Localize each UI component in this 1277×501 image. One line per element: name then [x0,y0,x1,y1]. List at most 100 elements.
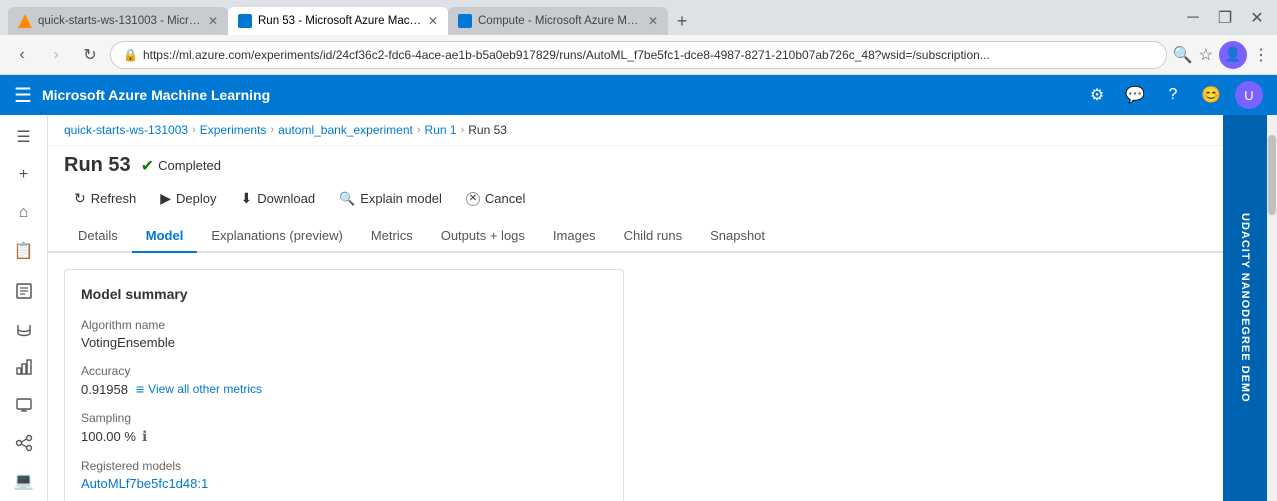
browser-tab-3[interactable]: Compute - Microsoft Azure Mac... ✕ [448,7,668,35]
breadcrumb-item-run1[interactable]: Run 1 [425,123,457,137]
feedback-icon[interactable]: 😊 [1197,85,1225,105]
sidebar-icon-add[interactable]: + [4,157,44,193]
breadcrumb-item-workspace[interactable]: quick-starts-ws-131003 [64,123,188,137]
sidebar-icon-endpoints[interactable]: 💻 [4,463,44,499]
tab-outputs-logs[interactable]: Outputs + logs [427,220,539,253]
promo-text: UDACITY NANODEGREE DEMO [1239,213,1251,403]
breadcrumb: quick-starts-ws-131003 › Experiments › a… [48,115,1223,146]
info-icon[interactable]: ℹ [142,428,147,445]
sidebar-icon-home[interactable]: ⌂ [4,195,44,231]
tabs-bar: Details Model Explanations (preview) Met… [48,220,1223,253]
cancel-icon: ✕ [466,192,480,206]
accuracy-label: Accuracy [81,364,607,378]
registered-models-field: Registered models AutoMLf7be5fc1d48:1 [81,459,607,491]
algorithm-field: Algorithm name VotingEnsemble [81,318,607,350]
scroll-thumb[interactable] [1268,135,1276,215]
deploy-button[interactable]: ▶ Deploy [150,185,226,212]
sidebar-icon-models[interactable] [4,349,44,385]
breadcrumb-sep-2: › [270,124,274,136]
scrollbar[interactable] [1267,115,1277,501]
explain-label: Explain model [360,191,442,206]
sampling-value: 100.00 % [81,429,136,444]
address-input[interactable]: 🔒 https://ml.azure.com/experiments/id/24… [110,41,1167,69]
toolbar: ↻ Refresh ▶ Deploy ⬇ Download 🔍 Explain … [48,181,1223,220]
browser-tab-2[interactable]: Run 53 - Microsoft Azure Machin... ✕ [228,7,448,35]
cancel-label: Cancel [485,191,525,206]
tab-explanations[interactable]: Explanations (preview) [197,220,357,253]
breadcrumb-sep-3: › [417,124,421,136]
algorithm-value: VotingEnsemble [81,335,607,350]
metrics-icon: ≡ [136,381,144,397]
breadcrumb-item-experiments[interactable]: Experiments [200,123,267,137]
menu-icon[interactable]: ⋮ [1253,45,1269,65]
tab-metrics[interactable]: Metrics [357,220,427,253]
sidebar-icon-menu[interactable]: ☰ [4,119,44,155]
address-icons: 🔍 ☆ 👤 ⋮ [1173,41,1269,69]
deploy-icon: ▶ [160,190,171,207]
tab1-title: quick-starts-ws-131003 - Micros... [38,15,202,27]
user-profile-avatar[interactable]: U [1235,81,1263,109]
view-metrics-link[interactable]: ≡ View all other metrics [136,381,262,397]
forward-button[interactable]: › [42,46,70,64]
promo-panel[interactable]: UDACITY NANODEGREE DEMO [1223,115,1267,501]
hamburger-icon[interactable]: ☰ [14,83,32,108]
breadcrumb-sep-1: › [192,124,196,136]
tab1-favicon [18,14,32,28]
view-metrics-text: View all other metrics [148,382,262,396]
search-icon[interactable]: 🔍 [1173,45,1193,65]
accuracy-row: 0.91958 ≡ View all other metrics [81,381,607,397]
model-summary-box: Model summary Algorithm name VotingEnsem… [64,269,624,501]
back-button[interactable]: ‹ [8,46,36,64]
settings-icon[interactable]: ⚙ [1083,85,1111,105]
sidebar-icon-compute[interactable] [4,387,44,423]
status-text: Completed [158,158,221,173]
sampling-field: Sampling 100.00 % ℹ [81,411,607,445]
tab-snapshot[interactable]: Snapshot [696,220,779,253]
tab1-close[interactable]: ✕ [208,14,218,28]
browser-tab-1[interactable]: quick-starts-ws-131003 - Micros... ✕ [8,7,228,35]
breadcrumb-sep-4: › [461,124,465,136]
help-icon[interactable]: ? [1159,86,1187,104]
sidebar-icon-pipelines[interactable] [4,425,44,461]
registered-models-link[interactable]: AutoMLf7be5fc1d48:1 [81,476,208,491]
algorithm-label: Algorithm name [81,318,607,332]
refresh-button[interactable]: ↻ [76,45,104,65]
tab3-favicon [458,14,472,28]
tab3-title: Compute - Microsoft Azure Mac... [478,15,642,27]
breadcrumb-item-experiment[interactable]: automl_bank_experiment [278,123,413,137]
cancel-button[interactable]: ✕ Cancel [456,186,535,211]
tab-model[interactable]: Model [132,220,198,253]
minimize-button[interactable]: ─ [1181,9,1205,27]
user-avatar[interactable]: 👤 [1219,41,1247,69]
browser-tabs: quick-starts-ws-131003 - Micros... ✕ Run… [8,0,1169,35]
sidebar-icon-notebooks[interactable] [4,273,44,309]
explain-model-button[interactable]: 🔍 Explain model [329,186,452,212]
tab-child-runs[interactable]: Child runs [610,220,697,253]
maximize-button[interactable]: ❐ [1213,8,1237,28]
sidebar-icon-experiments[interactable]: 📋 [4,233,44,269]
chat-icon[interactable]: 💬 [1121,85,1149,105]
app-header-icons: ⚙ 💬 ? 😊 U [1083,81,1263,109]
sidebar-icon-data[interactable] [4,311,44,347]
tab-details[interactable]: Details [64,220,132,253]
tab3-close[interactable]: ✕ [648,14,658,28]
registered-models-label: Registered models [81,459,607,473]
refresh-button[interactable]: ↻ Refresh [64,185,146,212]
refresh-icon: ↻ [74,190,86,207]
new-tab-button[interactable]: + [668,7,696,35]
tab-images[interactable]: Images [539,220,610,253]
left-sidebar: ☰ + ⌂ 📋 💻 [0,115,48,501]
download-icon: ⬇ [241,190,253,207]
close-button[interactable]: ✕ [1245,8,1269,28]
deploy-label: Deploy [176,191,216,206]
tab2-favicon [238,14,252,28]
tab2-close[interactable]: ✕ [428,14,438,28]
download-button[interactable]: ⬇ Download [231,185,326,212]
download-label: Download [257,191,315,206]
address-bar: ‹ › ↻ 🔒 https://ml.azure.com/experiments… [0,35,1277,75]
status-badge: ✔ Completed [141,156,221,176]
bookmark-icon[interactable]: ☆ [1199,45,1213,65]
app-header: ☰ Microsoft Azure Machine Learning ⚙ 💬 ?… [0,75,1277,115]
content-panel: Model summary Algorithm name VotingEnsem… [48,253,1223,501]
explain-icon: 🔍 [339,191,355,207]
